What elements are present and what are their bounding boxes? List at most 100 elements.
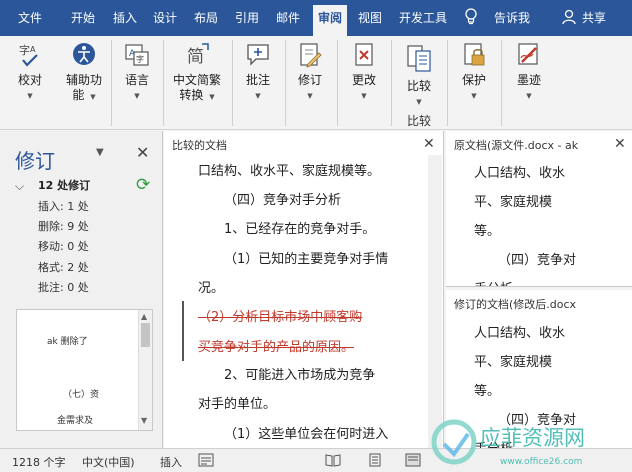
ribbon-divider bbox=[111, 40, 112, 126]
tracking-label: 修订 bbox=[297, 73, 322, 87]
chevron-down-icon: ▼ bbox=[134, 92, 140, 100]
document-line[interactable]: （四）竞争对 bbox=[498, 249, 576, 268]
language-button[interactable]: A 字 语言 ▼ bbox=[119, 40, 155, 104]
web-layout-icon[interactable] bbox=[405, 453, 421, 467]
protect-button[interactable]: 保护 ▼ bbox=[456, 40, 492, 104]
tracking-button[interactable]: 修订 ▼ bbox=[292, 40, 328, 104]
chevron-down-icon: ▼ bbox=[526, 92, 532, 100]
comments-button[interactable]: 批注 ▼ bbox=[240, 40, 276, 104]
svg-text:字: 字 bbox=[19, 43, 30, 57]
document-line[interactable]: 2、可能进入市场成为竞争 bbox=[224, 364, 375, 383]
ink-button[interactable]: 墨迹 ▼ bbox=[511, 40, 547, 104]
document-scrollbar[interactable] bbox=[428, 155, 442, 448]
chevron-down-icon: ▼ bbox=[90, 93, 96, 101]
document-line[interactable]: （1）这些单位会在何时进入 bbox=[224, 423, 388, 442]
macro-record-icon[interactable] bbox=[198, 453, 214, 467]
proofing-button[interactable]: 字 A 校对 ▼ bbox=[12, 40, 48, 104]
document-line[interactable]: 等。 bbox=[474, 380, 500, 399]
close-icon[interactable]: ✕ bbox=[136, 143, 149, 162]
chevron-down-icon: ▼ bbox=[307, 92, 313, 100]
source-document-pane: 原文档(源文件.docx - ak ✕ 人口结构、收水 平、家庭规模 等。 （四… bbox=[446, 131, 632, 287]
tab-file[interactable]: 文件 bbox=[18, 9, 42, 26]
document-line[interactable]: （四）竞争对手分析 bbox=[224, 189, 341, 208]
watermark-url: www.office26.com bbox=[500, 457, 582, 467]
chinese-conversion-label-2: 转换 bbox=[179, 88, 204, 102]
pane-options-icon[interactable]: ▼ bbox=[96, 147, 104, 158]
tab-view[interactable]: 视图 bbox=[358, 9, 382, 26]
revision-list-item[interactable]: （七）资 bbox=[63, 387, 99, 400]
compared-document-title: 比较的文档 bbox=[172, 139, 227, 152]
tab-design[interactable]: 设计 bbox=[153, 9, 177, 26]
ribbon-tab-bar: 文件 开始 插入 设计 布局 引用 邮件 审阅 视图 开发工具 告诉我 共享 bbox=[0, 0, 632, 36]
tab-insert[interactable]: 插入 bbox=[113, 9, 137, 26]
revision-list-item[interactable]: 金需求及 bbox=[57, 413, 93, 426]
scroll-down-icon[interactable]: ▼ bbox=[141, 416, 147, 425]
language-label: 语言 bbox=[124, 73, 149, 87]
read-mode-icon[interactable] bbox=[325, 453, 341, 467]
deleted-text-line[interactable]: （2）分析目标市场中顾客购 bbox=[198, 306, 362, 325]
document-line[interactable]: 人口结构、收水 bbox=[474, 322, 565, 341]
tab-developer[interactable]: 开发工具 bbox=[399, 9, 447, 26]
revision-list[interactable]: ak 删除了 （七）资 金需求及 ▲ ▼ bbox=[16, 309, 153, 431]
collapse-toggle-icon[interactable]: ⌵ bbox=[15, 179, 24, 194]
ink-pen-icon bbox=[518, 43, 538, 65]
document-line[interactable]: 对手的单位。 bbox=[198, 393, 276, 412]
accessibility-button[interactable]: 辅助功 能 ▼ bbox=[64, 40, 104, 105]
chinese-conversion-button[interactable]: 简 中文简繁 转换 ▼ bbox=[170, 40, 224, 105]
compare-group-label: 比较 bbox=[407, 114, 432, 128]
language-status[interactable]: 中文(中国) bbox=[82, 454, 135, 470]
document-line[interactable]: 等。 bbox=[474, 220, 500, 239]
review-ribbon: 字 A 校对 ▼ 辅助功 能 ▼ A 字 语言 ▼ 简 中文简繁 转换 ▼ 批注… bbox=[0, 36, 632, 130]
accessibility-label: 辅助功 bbox=[65, 73, 102, 87]
protect-label: 保护 bbox=[461, 73, 486, 87]
site-watermark-logo: 应菲资源网 www.office26.com bbox=[431, 419, 585, 467]
deleted-text-line[interactable]: 买竞争对手的产品的原因。 bbox=[198, 336, 354, 355]
document-line[interactable]: 况。 bbox=[198, 277, 224, 296]
tell-me-box[interactable]: 告诉我 bbox=[494, 9, 530, 26]
accessibility-icon bbox=[73, 43, 95, 65]
document-line[interactable]: 口结构、收水平、家庭规模等。 bbox=[198, 160, 380, 179]
compare-button[interactable]: 比较 ▼ bbox=[401, 40, 437, 110]
revision-list-scrollbar[interactable]: ▲ ▼ bbox=[138, 310, 152, 430]
lightbulb-icon[interactable] bbox=[464, 8, 478, 25]
modified-document-title: 修订的文档(修改后.docx bbox=[454, 298, 577, 311]
chevron-down-icon: ▼ bbox=[209, 93, 215, 101]
document-line[interactable]: 平、家庭规模 bbox=[474, 191, 552, 210]
revision-summary: 12 处修订 bbox=[38, 179, 91, 192]
source-document-title: 原文档(源文件.docx - ak bbox=[454, 139, 579, 152]
comment-icon bbox=[247, 44, 269, 66]
change-bar bbox=[182, 301, 184, 361]
track-changes-icon bbox=[300, 43, 322, 68]
scroll-up-icon[interactable]: ▲ bbox=[141, 312, 147, 321]
refresh-icon[interactable]: ⟳ bbox=[136, 175, 150, 195]
revision-count-insert: 插入: 1 处 bbox=[38, 200, 89, 213]
document-line[interactable]: （1）已知的主要竞争对手情 bbox=[224, 248, 388, 267]
tab-review[interactable]: 审阅 bbox=[313, 5, 348, 36]
document-line[interactable]: 手分析 bbox=[474, 278, 513, 286]
ribbon-divider bbox=[163, 40, 164, 126]
tab-home[interactable]: 开始 bbox=[71, 9, 95, 26]
scroll-thumb[interactable] bbox=[141, 323, 150, 347]
share-button[interactable]: 共享 bbox=[582, 9, 606, 26]
document-line[interactable]: 1、已经存在的竞争对手。 bbox=[224, 218, 375, 237]
ribbon-divider bbox=[232, 40, 233, 126]
close-icon[interactable]: ✕ bbox=[423, 136, 435, 152]
tab-layout[interactable]: 布局 bbox=[194, 9, 218, 26]
tab-mailings[interactable]: 邮件 bbox=[276, 9, 300, 26]
close-icon[interactable]: ✕ bbox=[614, 136, 626, 152]
changes-label: 更改 bbox=[351, 73, 376, 87]
print-layout-icon[interactable] bbox=[367, 453, 383, 467]
document-line[interactable]: 平、家庭规模 bbox=[474, 351, 552, 370]
compare-documents-icon bbox=[407, 45, 431, 72]
document-line[interactable]: 人口结构、收水 bbox=[474, 162, 565, 181]
tab-references[interactable]: 引用 bbox=[235, 9, 259, 26]
word-count[interactable]: 1218 个字 bbox=[12, 454, 66, 470]
ribbon-divider bbox=[501, 40, 502, 126]
revision-count-move: 移动: 0 处 bbox=[38, 240, 89, 253]
insert-mode[interactable]: 插入 bbox=[160, 454, 182, 470]
revision-list-item[interactable]: ak 删除了 bbox=[47, 334, 88, 347]
changes-button[interactable]: 更改 ▼ bbox=[346, 40, 382, 104]
person-icon[interactable] bbox=[562, 9, 576, 25]
chinese-conversion-label: 中文简繁 bbox=[172, 73, 221, 87]
chevron-down-icon: ▼ bbox=[416, 98, 422, 106]
